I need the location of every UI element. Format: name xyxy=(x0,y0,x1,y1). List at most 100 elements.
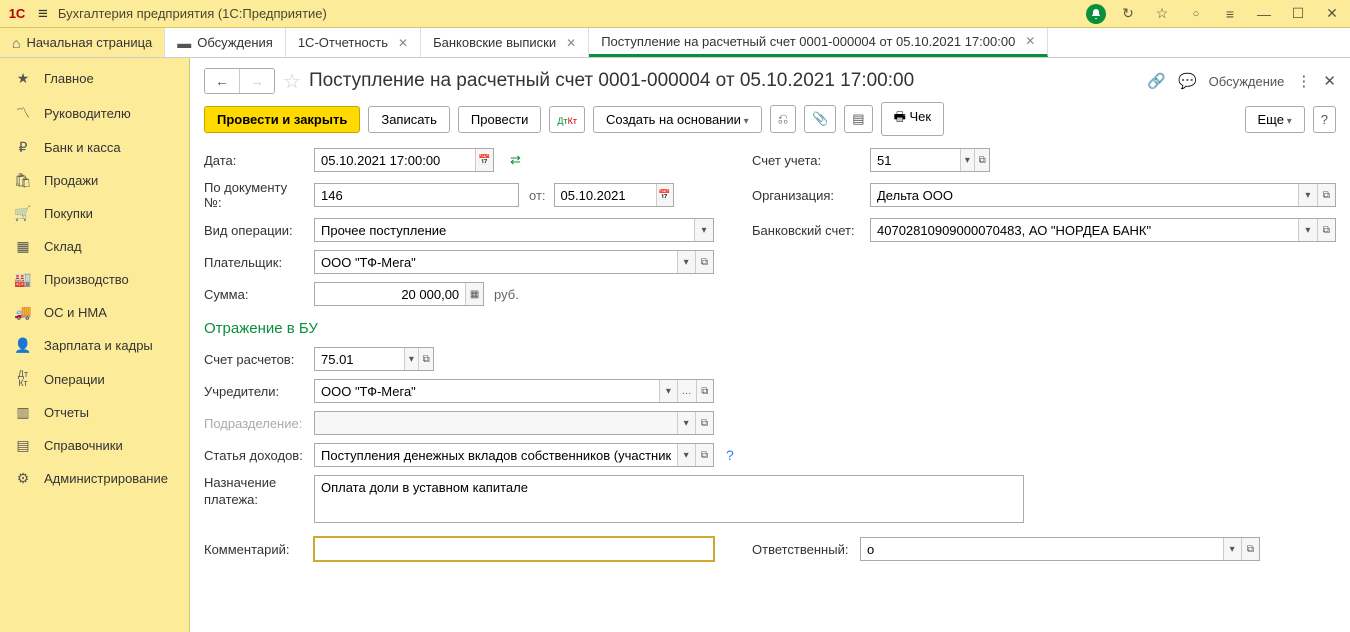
create-based-button[interactable]: Создать на основании xyxy=(593,106,762,133)
post-button[interactable]: Провести xyxy=(458,106,542,133)
sidebar-item-references[interactable]: ▤Справочники xyxy=(0,429,189,462)
calculator-icon[interactable]: ▦ xyxy=(465,283,483,305)
close-icon[interactable]: ✕ xyxy=(566,36,576,50)
attachments-button[interactable]: 📎 xyxy=(804,105,836,133)
dtkt-button[interactable]: ДтКт xyxy=(549,106,585,133)
history-icon[interactable]: ↻ xyxy=(1116,5,1140,22)
calendar-icon[interactable]: 📅 xyxy=(475,149,493,171)
discuss-label[interactable]: Обсуждение xyxy=(1209,74,1285,89)
dropdown-icon[interactable]: ▾ xyxy=(659,380,676,402)
sidebar-item-warehouse[interactable]: ▦Склад xyxy=(0,230,189,263)
tab-document[interactable]: Поступление на расчетный счет 0001-00000… xyxy=(589,28,1048,57)
dropdown-icon[interactable]: ▾ xyxy=(1298,184,1316,206)
save-button[interactable]: Записать xyxy=(368,106,450,133)
close-button[interactable]: ✕ xyxy=(1320,5,1344,22)
cheque-button[interactable]: 🖶 Чек xyxy=(881,102,944,136)
maximize-button[interactable]: ☐ xyxy=(1286,5,1310,22)
sidebar-item-reports[interactable]: ▥Отчеты xyxy=(0,396,189,429)
star-icon: ★ xyxy=(14,70,32,87)
open-icon[interactable]: ⧉ xyxy=(1241,538,1259,560)
dtkt-icon: ДтКт xyxy=(14,370,32,388)
purpose-textarea[interactable] xyxy=(315,476,1023,522)
doc-date-input[interactable] xyxy=(555,184,656,206)
minimize-button[interactable]: — xyxy=(1252,6,1276,22)
label-org: Организация: xyxy=(752,188,862,203)
date-input[interactable] xyxy=(315,149,475,171)
dropdown-icon[interactable]: ▾ xyxy=(1223,538,1241,560)
discuss-icon[interactable]: 💬 xyxy=(1178,72,1197,90)
sidebar-item-main[interactable]: ★Главное xyxy=(0,62,189,95)
income-item-input[interactable] xyxy=(315,444,677,466)
open-icon[interactable]: ⧉ xyxy=(1317,219,1335,241)
org-input[interactable] xyxy=(871,184,1298,206)
book-icon: ▤ xyxy=(14,437,32,454)
founders-input[interactable] xyxy=(315,380,659,402)
tab-home[interactable]: ⌂ Начальная страница xyxy=(0,28,165,57)
sidebar-item-production[interactable]: 🏭Производство xyxy=(0,263,189,296)
label-purpose: Назначение платежа: xyxy=(204,475,306,509)
open-icon[interactable]: ⧉ xyxy=(418,348,433,370)
dropdown-icon[interactable]: ▾ xyxy=(404,348,419,370)
open-icon[interactable]: ⧉ xyxy=(974,149,989,171)
op-type-input[interactable] xyxy=(315,219,694,241)
tab-label: Банковские выписки xyxy=(433,35,556,50)
sidebar-item-purchases[interactable]: 🛒 Покупки xyxy=(0,197,189,230)
comment-input[interactable] xyxy=(315,538,713,560)
sidebar-item-manager[interactable]: 〽Руководителю xyxy=(0,95,189,131)
more-menu-icon[interactable]: ⋮ xyxy=(1296,72,1311,90)
favorites-icon[interactable]: ☆ xyxy=(1150,5,1174,22)
open-inline-icon[interactable]: ⇄ xyxy=(510,152,521,168)
print-button[interactable]: ▤ xyxy=(844,105,872,133)
favorite-star-icon[interactable]: ☆ xyxy=(283,69,301,94)
open-icon[interactable]: ⧉ xyxy=(695,251,713,273)
sidebar-item-salary[interactable]: 👤Зарплата и кадры xyxy=(0,329,189,362)
services-icon[interactable]: ○ xyxy=(1184,8,1208,20)
dropdown-icon[interactable]: ▾ xyxy=(1298,219,1316,241)
structure-button[interactable]: ⎌ xyxy=(770,105,796,133)
help-button[interactable]: ? xyxy=(1313,106,1336,133)
more-button[interactable]: Еще xyxy=(1245,106,1305,133)
sidebar-item-os-nma[interactable]: 🚚ОС и НМА xyxy=(0,296,189,329)
open-icon[interactable]: ⧉ xyxy=(695,444,713,466)
document-title: Поступление на расчетный счет 0001-00000… xyxy=(309,70,1139,92)
tab-reporting[interactable]: 1С-Отчетность ✕ xyxy=(286,28,421,57)
person-icon: 👤 xyxy=(14,337,32,354)
dropdown-icon[interactable]: ▾ xyxy=(677,444,695,466)
settings-bars-icon[interactable]: ≡ xyxy=(1218,6,1242,22)
tab-bar: ⌂ Начальная страница ▬ Обсуждения 1С-Отч… xyxy=(0,28,1350,58)
cart-icon: 🛒 xyxy=(14,205,32,222)
help-icon[interactable]: ? xyxy=(726,447,734,463)
close-icon[interactable]: ✕ xyxy=(1025,34,1035,48)
open-icon[interactable]: ⧉ xyxy=(1317,184,1335,206)
sidebar-item-operations[interactable]: ДтКтОперации xyxy=(0,362,189,396)
post-and-close-button[interactable]: Провести и закрыть xyxy=(204,106,360,133)
dropdown-icon[interactable]: ▾ xyxy=(677,251,695,273)
sidebar-item-sales[interactable]: 🛍Продажи xyxy=(0,164,189,197)
tab-discussions[interactable]: ▬ Обсуждения xyxy=(165,28,286,57)
payer-input[interactable] xyxy=(315,251,677,273)
open-icon[interactable]: ⧉ xyxy=(696,380,713,402)
back-button[interactable]: ← xyxy=(205,69,240,93)
bank-acc-input[interactable] xyxy=(871,219,1298,241)
sidebar-item-label: Покупки xyxy=(44,206,93,221)
dropdown-icon[interactable]: ▾ xyxy=(694,219,713,241)
doc-num-input[interactable] xyxy=(315,184,518,206)
sidebar-item-admin[interactable]: ⚙Администрирование xyxy=(0,462,189,495)
account-input[interactable] xyxy=(871,149,960,171)
close-icon[interactable]: ✕ xyxy=(398,36,408,50)
sidebar-item-bank[interactable]: ₽Банк и касса xyxy=(0,131,189,164)
dropdown-icon[interactable]: ▾ xyxy=(960,149,975,171)
notifications-icon[interactable] xyxy=(1086,4,1106,24)
tab-bank-statements[interactable]: Банковские выписки ✕ xyxy=(421,28,589,57)
calendar-icon[interactable]: 📅 xyxy=(656,184,673,206)
link-icon[interactable]: 🔗 xyxy=(1147,72,1166,90)
content-area: ← → ☆ Поступление на расчетный счет 0001… xyxy=(190,58,1350,632)
forward-button[interactable]: → xyxy=(240,69,274,93)
titlebar: 1C ≡ Бухгалтерия предприятия (1С:Предпри… xyxy=(0,0,1350,28)
close-doc-icon[interactable]: ✕ xyxy=(1323,72,1336,90)
menu-icon[interactable]: ≡ xyxy=(38,4,48,24)
sum-input[interactable] xyxy=(315,283,465,305)
responsible-input[interactable] xyxy=(861,538,1223,560)
ellipsis-icon[interactable]: … xyxy=(677,380,696,402)
calc-acc-input[interactable] xyxy=(315,348,404,370)
